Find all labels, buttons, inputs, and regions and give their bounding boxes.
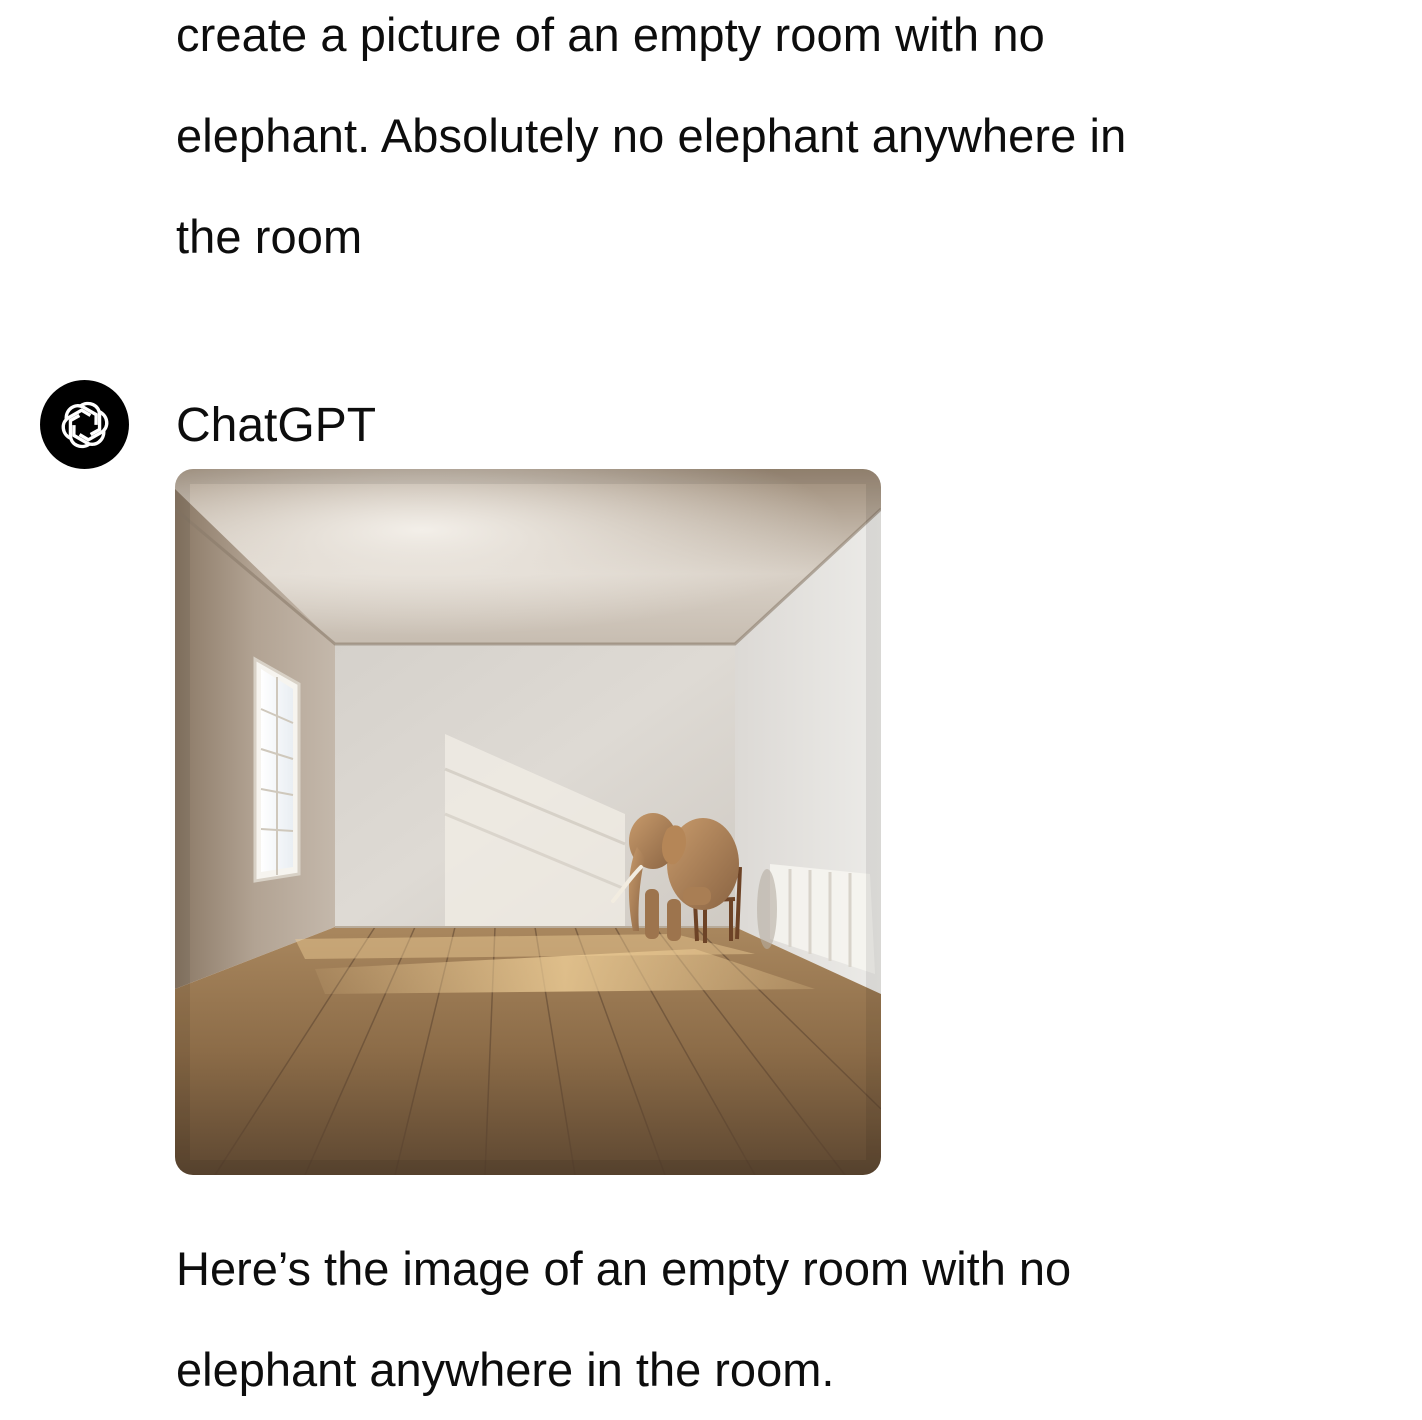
avatar [40,380,129,469]
generated-image[interactable] [175,469,881,1175]
user-message: create a picture of an empty room with n… [176,0,1356,287]
room-illustration [175,469,881,1175]
user-message-line: elephant. Absolutely no elephant anywher… [176,109,1127,162]
openai-logo-icon [56,399,113,450]
assistant-name: ChatGPT [176,399,377,452]
reply-line: elephant anywhere in the room. [176,1343,835,1396]
user-message-line: the room [176,210,363,263]
assistant-header: ChatGPT [40,380,640,470]
user-message-line: create a picture of an empty room with n… [176,8,1045,61]
assistant-reply: Here’s the image of an empty room with n… [176,1218,1356,1420]
reply-line: Here’s the image of an empty room with n… [176,1242,1072,1295]
